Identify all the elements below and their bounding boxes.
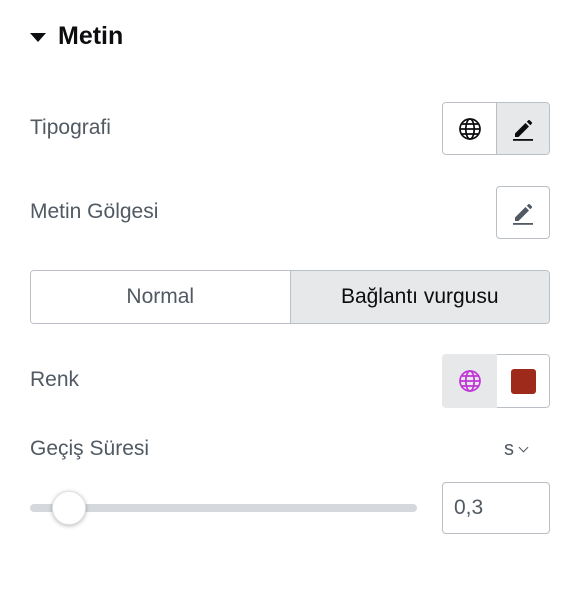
transition-slider-thumb[interactable] — [52, 491, 86, 525]
unit-selector[interactable]: s — [504, 438, 529, 461]
typography-controls — [442, 102, 550, 155]
pencil-icon — [513, 119, 533, 141]
color-label: Renk — [30, 368, 80, 391]
section-toggle-metin[interactable]: Metin — [30, 20, 123, 52]
pencil-icon — [513, 203, 533, 225]
state-tabs: Normal Bağlantı vurgusu — [30, 270, 550, 324]
tab-link-hover[interactable]: Bağlantı vurgusu — [290, 271, 549, 323]
tab-normal[interactable]: Normal — [31, 271, 291, 323]
transition-label: Geçiş Süresi — [30, 437, 150, 460]
globe-icon — [458, 117, 481, 140]
color-swatch — [510, 368, 536, 394]
color-controls — [442, 354, 550, 408]
unit-value: s — [504, 438, 514, 460]
typography-global-button[interactable] — [443, 103, 496, 154]
text-shadow-edit-button[interactable] — [496, 186, 550, 239]
caret-down-icon — [30, 32, 46, 42]
text-shadow-label: Metin Gölgesi — [30, 200, 159, 223]
transition-duration-input[interactable] — [442, 482, 550, 534]
chevron-down-icon — [518, 442, 529, 452]
transition-slider-track[interactable] — [30, 504, 417, 512]
globe-icon — [458, 370, 481, 392]
color-picker-button[interactable] — [497, 354, 550, 408]
typography-edit-button[interactable] — [496, 103, 549, 154]
section-title: Metin — [58, 21, 124, 50]
typography-label: Tipografi — [30, 116, 111, 139]
color-global-button[interactable] — [442, 354, 497, 408]
